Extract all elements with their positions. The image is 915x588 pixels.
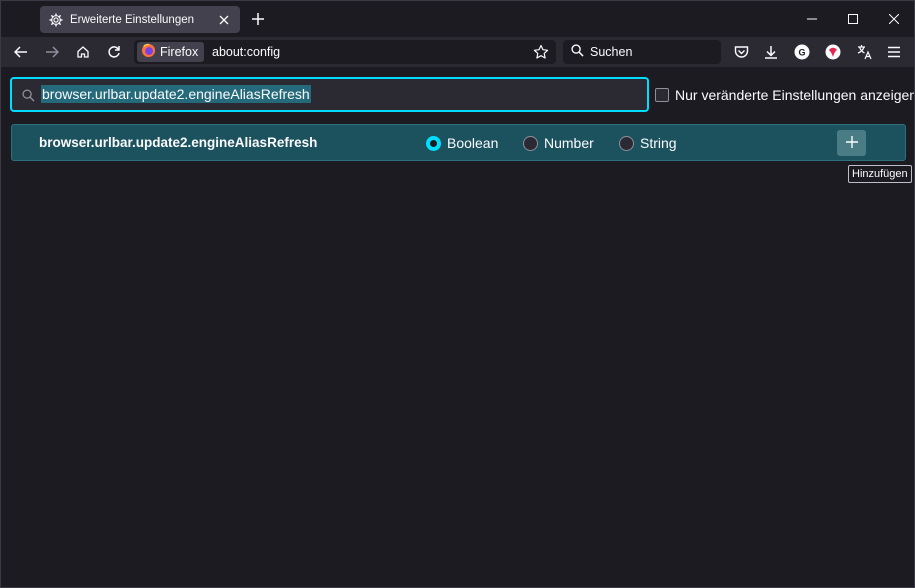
browser-window: Erweiterte Einstellungen Firefox about:c…	[0, 0, 915, 588]
url-text[interactable]: about:config	[212, 45, 280, 59]
radio-boolean-label: Boolean	[447, 135, 499, 151]
grammar-extension-icon[interactable]: G	[792, 42, 812, 62]
modified-only-checkbox[interactable]	[655, 88, 669, 102]
gear-icon	[48, 12, 64, 28]
extension-icon[interactable]	[823, 42, 843, 62]
search-icon	[571, 44, 584, 60]
search-icon	[20, 87, 36, 103]
identity-box[interactable]: Firefox	[137, 42, 204, 62]
minimize-icon[interactable]	[802, 9, 822, 29]
tab-title: Erweiterte Einstellungen	[70, 13, 195, 26]
pref-search-value[interactable]: browser.urlbar.update2.engineAliasRefres…	[41, 85, 311, 103]
radio-number-label: Number	[544, 135, 594, 151]
svg-text:G: G	[798, 48, 805, 58]
radio-string-label: String	[640, 135, 677, 151]
close-window-icon[interactable]	[884, 9, 904, 29]
type-radio-string[interactable]: String	[619, 135, 677, 151]
about-config-page: browser.urlbar.update2.engineAliasRefres…	[1, 67, 915, 587]
bookmark-star-icon[interactable]	[532, 43, 550, 61]
navigation-toolbar: Firefox about:config Suchen G	[1, 37, 914, 67]
radio-string[interactable]	[619, 135, 634, 151]
identity-label: Firefox	[160, 45, 199, 59]
modified-only-label: Nur veränderte Einstellungen anzeigen	[675, 87, 915, 103]
radio-number[interactable]	[523, 135, 538, 151]
new-tab-icon[interactable]	[249, 10, 267, 28]
pocket-icon[interactable]	[731, 42, 751, 62]
add-pref-button[interactable]	[837, 130, 866, 156]
type-radio-boolean[interactable]: Boolean	[426, 135, 498, 151]
type-radio-number[interactable]: Number	[523, 135, 594, 151]
search-bar[interactable]: Suchen	[563, 40, 721, 64]
home-icon[interactable]	[73, 42, 93, 62]
address-bar[interactable]: Firefox about:config	[134, 40, 556, 64]
pref-search-input[interactable]: browser.urlbar.update2.engineAliasRefres…	[10, 77, 649, 112]
tab-erweiterte-einstellungen[interactable]: Erweiterte Einstellungen	[40, 6, 240, 33]
search-placeholder: Suchen	[590, 45, 633, 59]
plus-icon	[845, 135, 858, 151]
pref-name: browser.urlbar.update2.engineAliasRefres…	[39, 135, 318, 150]
downloads-icon[interactable]	[761, 42, 781, 62]
tab-bar: Erweiterte Einstellungen	[1, 1, 914, 37]
new-pref-row: browser.urlbar.update2.engineAliasRefres…	[11, 124, 906, 161]
modified-only-toggle[interactable]: Nur veränderte Einstellungen anzeigen	[655, 87, 915, 103]
translate-icon[interactable]	[854, 42, 874, 62]
hamburger-menu-icon[interactable]	[884, 42, 904, 62]
add-tooltip: Hinzufügen	[848, 165, 912, 183]
forward-arrow-icon[interactable]	[42, 42, 62, 62]
maximize-icon[interactable]	[843, 9, 863, 29]
firefox-logo-icon	[141, 43, 156, 61]
close-tab-icon[interactable]	[216, 12, 232, 28]
reload-icon[interactable]	[104, 42, 124, 62]
radio-boolean[interactable]	[426, 135, 441, 151]
back-arrow-icon[interactable]	[11, 42, 31, 62]
